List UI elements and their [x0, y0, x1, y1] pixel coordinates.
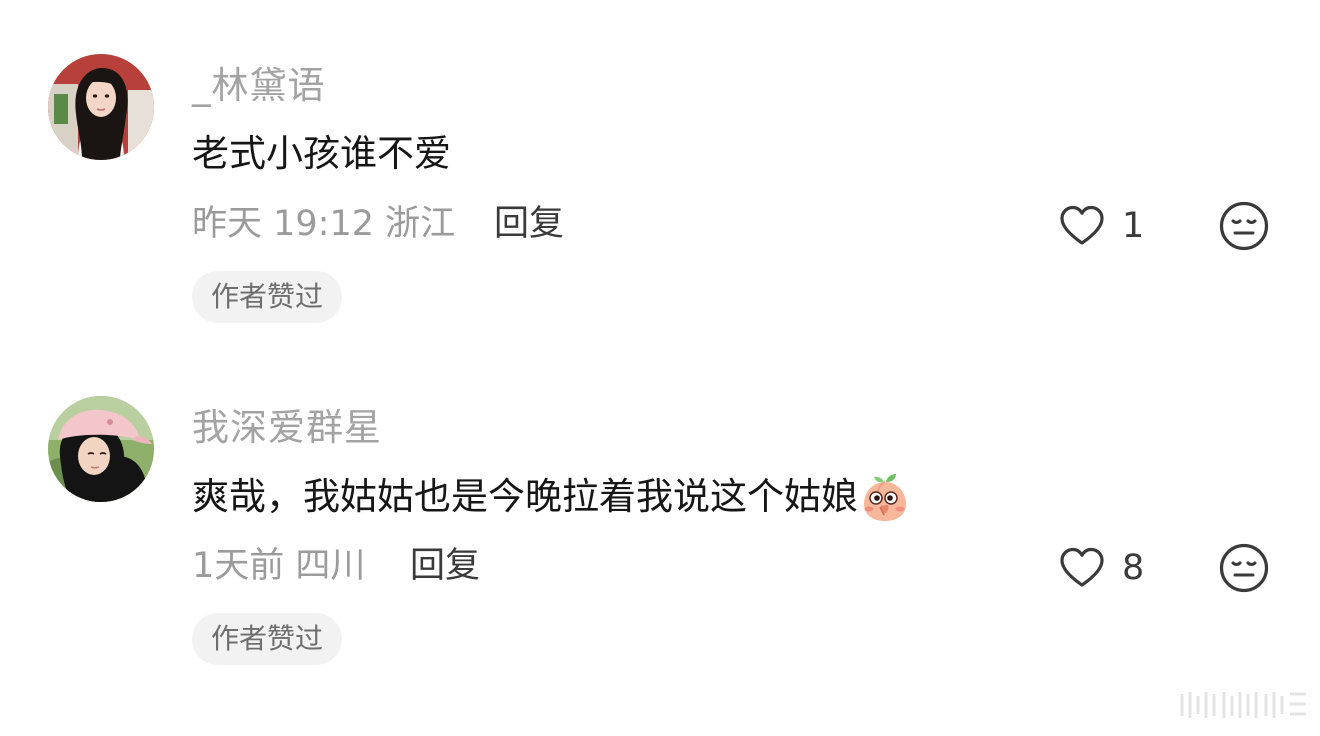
avatar-girl-dark-hair-icon	[48, 54, 154, 160]
comment-text: 爽哉，我姑姑也是今晚拉着我说这个姑娘	[192, 471, 910, 523]
author-liked-badge: 作者赞过	[192, 613, 343, 665]
comment-item: 我深爱群星 爽哉，我姑姑也是今晚拉着我说这个姑娘 1天前 四川 回复 8 作者赞…	[0, 342, 1320, 665]
avatar-girl-pink-cap-icon	[48, 396, 154, 502]
comment-meta: 1天前 四川	[192, 546, 366, 586]
neutral-face-icon	[1219, 543, 1269, 593]
reply-button[interactable]: 回复	[494, 200, 564, 248]
comment-meta: 昨天 19:12 浙江	[192, 204, 456, 244]
author-liked-badge: 作者赞过	[192, 271, 343, 323]
dislike-button[interactable]	[1218, 200, 1270, 252]
peach-blush-emoji-icon	[860, 471, 910, 523]
reply-button[interactable]: 回复	[410, 542, 480, 590]
like-button[interactable]: 8	[1056, 542, 1144, 594]
user-avatar[interactable]	[48, 54, 154, 160]
neutral-face-icon	[1219, 201, 1269, 251]
comment-item: _林黛语 老式小孩谁不爱 昨天 19:12 浙江 回复 1 作者赞过	[0, 0, 1320, 323]
comment-text-body: 爽哉，我姑姑也是今晚拉着我说这个姑娘	[192, 475, 858, 518]
like-count: 8	[1122, 548, 1145, 588]
like-button[interactable]: 1	[1056, 200, 1144, 252]
comment-text: 老式小孩谁不爱	[192, 129, 451, 179]
username[interactable]: _林黛语	[192, 62, 326, 110]
username[interactable]: 我深爱群星	[192, 404, 382, 452]
user-avatar[interactable]	[48, 396, 154, 502]
heart-icon	[1060, 547, 1104, 587]
comment-text-body: 老式小孩谁不爱	[192, 132, 451, 175]
like-count: 1	[1122, 206, 1145, 246]
watermark-icon	[1180, 692, 1306, 718]
heart-icon	[1060, 205, 1104, 245]
comment-list: _林黛语 老式小孩谁不爱 昨天 19:12 浙江 回复 1 作者赞过 我深爱群星…	[0, 0, 1320, 736]
dislike-button[interactable]	[1218, 542, 1270, 594]
